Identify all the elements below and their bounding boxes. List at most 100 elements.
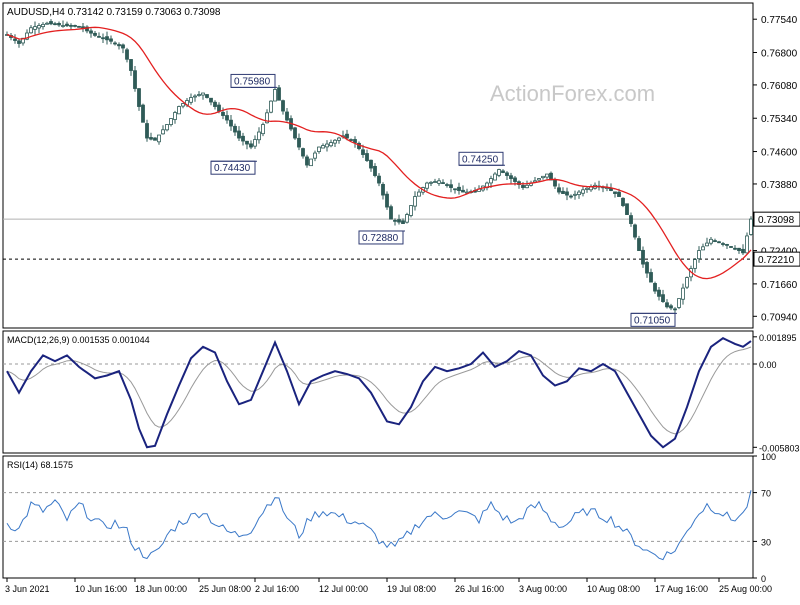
candle-body xyxy=(125,49,129,60)
candle-body xyxy=(637,238,641,251)
candle-body xyxy=(241,135,245,142)
candle-body xyxy=(749,218,753,235)
candle-body xyxy=(401,220,405,224)
candle-body xyxy=(117,44,121,47)
x-tick-label: 3 Jun 2021 xyxy=(5,584,50,594)
candle-body xyxy=(269,100,273,113)
candle-body xyxy=(565,191,569,196)
candle-body xyxy=(733,247,737,250)
candle-body xyxy=(221,112,225,116)
candle-body xyxy=(493,173,497,181)
x-tick-label: 10 Jun 16:00 xyxy=(75,584,127,594)
candle-body xyxy=(573,193,577,196)
price-tick-label: 0.73880 xyxy=(761,180,798,191)
candle-body xyxy=(413,196,417,207)
candle-body xyxy=(297,137,301,148)
chart-root: ActionForex.com 0.77540 0.76800 0.76080 0.75… xyxy=(0,0,800,600)
candle-body xyxy=(141,104,145,123)
candle-body xyxy=(577,191,581,196)
candle-body xyxy=(17,40,21,44)
rsi-pane-frame xyxy=(2,455,754,579)
candle-body xyxy=(625,203,629,215)
candle-body xyxy=(645,262,649,274)
candle-body xyxy=(661,294,665,302)
price-tick-label: 0.75340 xyxy=(761,114,798,125)
candle-body xyxy=(513,177,517,182)
candle-body xyxy=(393,219,397,222)
candle-body xyxy=(581,189,585,194)
x-tick-label: 19 Jul 08:00 xyxy=(387,584,436,594)
candle-body xyxy=(541,175,545,179)
candle-body xyxy=(173,112,177,120)
candle-body xyxy=(165,124,169,131)
x-tick-label: 2 Jul 16:00 xyxy=(255,584,299,594)
candle-body xyxy=(109,38,113,42)
candle-body xyxy=(161,129,165,135)
candle-body xyxy=(537,178,541,181)
candle-body xyxy=(501,170,505,173)
candle-body xyxy=(189,97,193,103)
candle-body xyxy=(709,238,713,244)
annotation-label: 0.74250 xyxy=(462,154,499,165)
candle-body xyxy=(437,180,441,184)
candle-body xyxy=(673,308,677,311)
candle-body xyxy=(669,305,673,309)
current-price-label: 0.73098 xyxy=(758,215,795,226)
candle-body xyxy=(725,244,729,246)
candle-body xyxy=(721,243,725,245)
candle-body xyxy=(277,87,281,101)
support-price-label: 0.72210 xyxy=(758,255,795,266)
candle-body xyxy=(509,175,513,179)
candle-body xyxy=(497,169,501,176)
chart-svg: ActionForex.com 0.77540 0.76800 0.76080 0.75… xyxy=(2,2,800,594)
candle-body xyxy=(449,184,453,188)
candle-body xyxy=(649,272,653,283)
candle-body xyxy=(37,25,41,29)
candle-body xyxy=(253,139,257,147)
candle-body xyxy=(101,37,105,40)
candle-body xyxy=(129,59,133,71)
x-tick-label: 25 Jun 08:00 xyxy=(199,584,251,594)
candle-body xyxy=(245,140,249,145)
candle-body xyxy=(205,94,209,98)
rsi-tick-label: 100 xyxy=(761,452,776,462)
candle-body xyxy=(49,21,53,25)
candle-body xyxy=(569,195,573,198)
candle-body xyxy=(433,181,437,183)
candle-body xyxy=(305,156,309,166)
price-tick-label: 0.76080 xyxy=(761,81,798,92)
macd-pane-frame xyxy=(2,330,754,454)
candle-body xyxy=(561,190,565,194)
candle-body xyxy=(741,248,745,254)
candle-body xyxy=(353,139,357,143)
candle-body xyxy=(169,118,173,125)
candle-body xyxy=(233,125,237,133)
candle-body xyxy=(705,242,709,247)
candle-body xyxy=(337,137,341,141)
candle-body xyxy=(209,97,213,103)
candle-body xyxy=(69,24,73,27)
candle-body xyxy=(681,287,685,300)
candle-body xyxy=(281,100,285,112)
rsi-tick-label: 30 xyxy=(761,537,771,547)
candle-body xyxy=(621,197,625,206)
candle-body xyxy=(445,184,449,186)
candle-body xyxy=(745,235,749,254)
candle-body xyxy=(89,30,93,34)
candle-body xyxy=(105,36,109,41)
candle-body xyxy=(53,23,57,26)
candle-body xyxy=(361,149,365,155)
candle-body xyxy=(717,241,721,244)
candle-body xyxy=(309,158,313,167)
candle-body xyxy=(737,247,741,251)
candle-body xyxy=(657,289,661,297)
chart-header: AUDUSD,H4 0.73142 0.73159 0.73063 0.7309… xyxy=(7,7,221,18)
candle-body xyxy=(677,298,681,308)
candle-body xyxy=(333,139,337,144)
candle-body xyxy=(377,175,381,184)
price-tick-label: 0.76800 xyxy=(761,49,798,60)
price-tick-label: 0.70940 xyxy=(761,312,798,323)
candle-body xyxy=(313,152,317,159)
candle-body xyxy=(113,42,117,45)
candle-body xyxy=(701,246,705,251)
